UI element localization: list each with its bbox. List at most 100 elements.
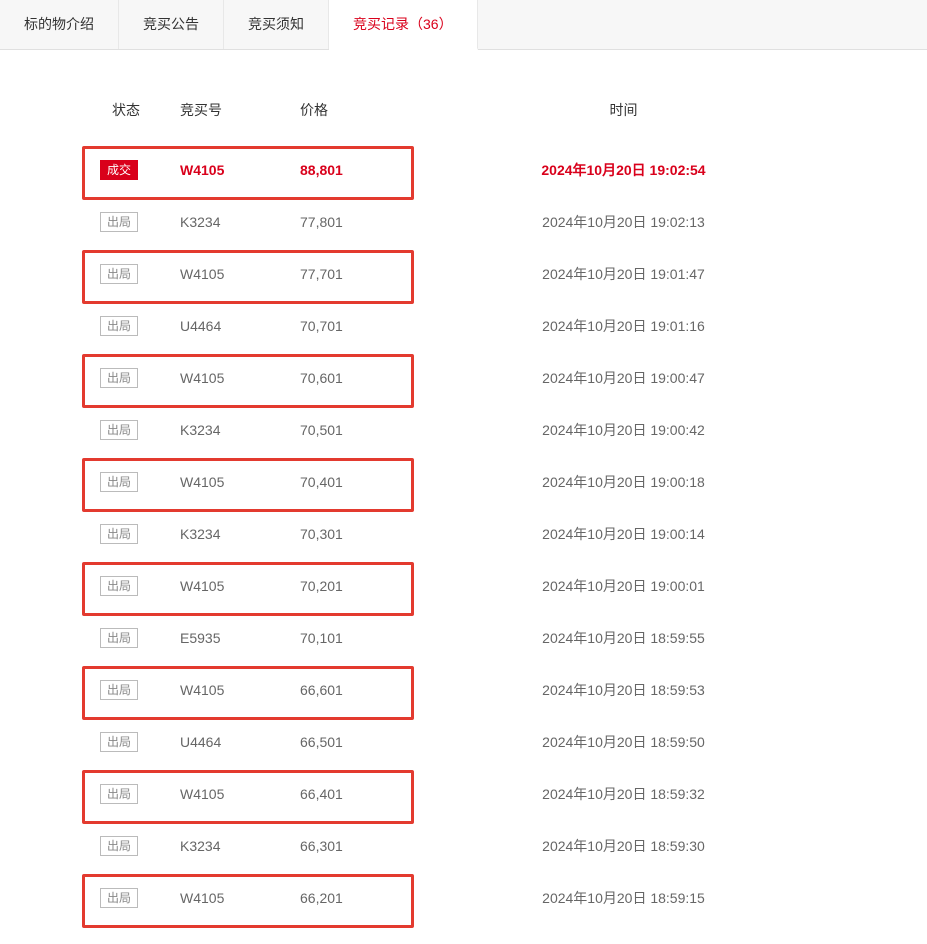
- status-badge-deal: 成交: [100, 160, 138, 180]
- header-price: 价格: [300, 100, 430, 120]
- table-row: 出局 K323470,3012024年10月20日 19:00:14: [90, 508, 837, 560]
- status-badge-out: 出局: [100, 368, 138, 388]
- cell-price: 66,401: [300, 786, 430, 802]
- cell-time: 2024年10月20日 19:00:14: [430, 524, 837, 544]
- cell-status: 出局: [90, 420, 180, 440]
- table-header: 状态 竞买号 价格 时间: [90, 90, 837, 144]
- cell-price: 77,801: [300, 214, 430, 230]
- cell-bidder: W4105: [180, 682, 300, 698]
- cell-bidder: U4464: [180, 734, 300, 750]
- bid-records-panel: 状态 竞买号 价格 时间 成交W410588,8012024年10月20日 19…: [0, 50, 927, 944]
- tab-0[interactable]: 标的物介绍: [0, 0, 119, 49]
- status-badge-out: 出局: [100, 420, 138, 440]
- table-row: 出局 U446470,7012024年10月20日 19:01:16: [90, 300, 837, 352]
- status-badge-out: 出局: [100, 212, 138, 232]
- cell-bidder: K3234: [180, 838, 300, 854]
- cell-status: 出局: [90, 628, 180, 648]
- cell-time: 2024年10月20日 18:59:53: [430, 680, 837, 700]
- cell-status: 出局: [90, 316, 180, 336]
- status-badge-out: 出局: [100, 732, 138, 752]
- cell-time: 2024年10月20日 19:02:13: [430, 212, 837, 232]
- cell-time: 2024年10月20日 18:59:32: [430, 784, 837, 804]
- table-row: 出局 W410570,4012024年10月20日 19:00:18: [90, 456, 837, 508]
- cell-price: 70,301: [300, 526, 430, 542]
- cell-time: 2024年10月20日 18:59:55: [430, 628, 837, 648]
- cell-status: 出局: [90, 368, 180, 388]
- cell-bidder: E5935: [180, 630, 300, 646]
- cell-status: 出局: [90, 732, 180, 752]
- cell-time: 2024年10月20日 19:01:16: [430, 316, 837, 336]
- status-badge-out: 出局: [100, 576, 138, 596]
- status-badge-out: 出局: [100, 680, 138, 700]
- cell-status: 出局: [90, 888, 180, 908]
- table-row: 出局 W410577,7012024年10月20日 19:01:47: [90, 248, 837, 300]
- cell-time: 2024年10月20日 19:00:47: [430, 368, 837, 388]
- status-badge-out: 出局: [100, 836, 138, 856]
- cell-bidder: K3234: [180, 422, 300, 438]
- table-row: 出局 W410570,2012024年10月20日 19:00:01: [90, 560, 837, 612]
- tab-1[interactable]: 竞买公告: [119, 0, 224, 49]
- tab-3[interactable]: 竞买记录（36）: [329, 0, 478, 50]
- tab-2[interactable]: 竞买须知: [224, 0, 329, 49]
- cell-bidder: U4464: [180, 318, 300, 334]
- cell-bidder: W4105: [180, 370, 300, 386]
- cell-price: 70,201: [300, 578, 430, 594]
- cell-status: 出局: [90, 212, 180, 232]
- cell-bidder: W4105: [180, 162, 300, 178]
- cell-status: 出局: [90, 472, 180, 492]
- cell-price: 66,601: [300, 682, 430, 698]
- cell-status: 出局: [90, 680, 180, 700]
- cell-bidder: K3234: [180, 214, 300, 230]
- cell-price: 70,501: [300, 422, 430, 438]
- table-row: 出局 W410566,6012024年10月20日 18:59:53: [90, 664, 837, 716]
- cell-price: 70,101: [300, 630, 430, 646]
- cell-bidder: W4105: [180, 890, 300, 906]
- cell-status: 出局: [90, 576, 180, 596]
- table-row: 出局 K323470,5012024年10月20日 19:00:42: [90, 404, 837, 456]
- cell-price: 66,501: [300, 734, 430, 750]
- table-row: 出局W410566,2012024年10月20日 18:59:15: [90, 872, 837, 924]
- cell-status: 出局: [90, 524, 180, 544]
- cell-status: 出局: [90, 784, 180, 804]
- cell-price: 70,701: [300, 318, 430, 334]
- cell-bidder: W4105: [180, 266, 300, 282]
- status-badge-out: 出局: [100, 888, 138, 908]
- table-body: 成交W410588,8012024年10月20日 19:02:54出局K3234…: [90, 144, 837, 924]
- table-row: 出局W410566,4012024年10月20日 18:59:32: [90, 768, 837, 820]
- cell-time: 2024年10月20日 19:00:18: [430, 472, 837, 492]
- header-bidder: 竞买号: [180, 100, 300, 120]
- status-badge-out: 出局: [100, 472, 138, 492]
- cell-bidder: W4105: [180, 786, 300, 802]
- cell-bidder: W4105: [180, 578, 300, 594]
- status-badge-out: 出局: [100, 264, 138, 284]
- cell-price: 70,401: [300, 474, 430, 490]
- table-row: 出局 E593570,1012024年10月20日 18:59:55: [90, 612, 837, 664]
- cell-status: 出局: [90, 264, 180, 284]
- cell-bidder: W4105: [180, 474, 300, 490]
- cell-bidder: K3234: [180, 526, 300, 542]
- cell-time: 2024年10月20日 19:00:01: [430, 576, 837, 596]
- header-status: 状态: [90, 100, 180, 120]
- tab-bar: 标的物介绍竞买公告竞买须知竞买记录（36）: [0, 0, 927, 50]
- status-badge-out: 出局: [100, 524, 138, 544]
- cell-price: 66,301: [300, 838, 430, 854]
- cell-time: 2024年10月20日 18:59:50: [430, 732, 837, 752]
- status-badge-out: 出局: [100, 316, 138, 336]
- cell-price: 88,801: [300, 162, 430, 178]
- status-badge-out: 出局: [100, 628, 138, 648]
- table-row: 成交 W410588,8012024年10月20日 19:02:54: [90, 144, 837, 196]
- cell-time: 2024年10月20日 19:00:42: [430, 420, 837, 440]
- table-row: 出局 W410570,6012024年10月20日 19:00:47: [90, 352, 837, 404]
- table-row: 出局 K323466,3012024年10月20日 18:59:30: [90, 820, 837, 872]
- cell-time: 2024年10月20日 18:59:15: [430, 888, 837, 908]
- cell-price: 77,701: [300, 266, 430, 282]
- cell-time: 2024年10月20日 18:59:30: [430, 836, 837, 856]
- cell-price: 70,601: [300, 370, 430, 386]
- cell-status: 成交: [90, 160, 180, 180]
- table-row: 出局 U446466,5012024年10月20日 18:59:50: [90, 716, 837, 768]
- cell-time: 2024年10月20日 19:01:47: [430, 264, 837, 284]
- header-time: 时间: [430, 100, 837, 120]
- table-row: 出局 K323477,8012024年10月20日 19:02:13: [90, 196, 837, 248]
- cell-status: 出局: [90, 836, 180, 856]
- cell-time: 2024年10月20日 19:02:54: [430, 160, 837, 180]
